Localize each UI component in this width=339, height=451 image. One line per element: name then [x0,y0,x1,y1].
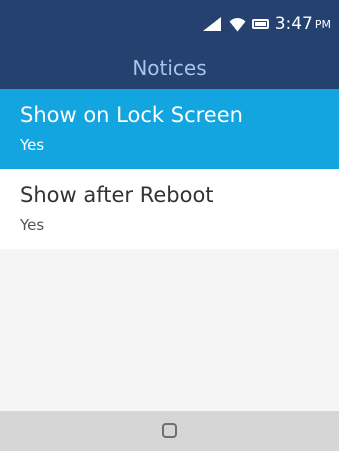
screen: 3:47 PM Notices Show on Lock Screen Yes … [0,0,339,451]
status-bar: 3:47 PM [0,0,339,44]
navigation-bar [0,411,339,451]
wifi-icon [229,17,246,32]
home-circle-icon[interactable] [162,423,177,438]
title-bar: Notices [0,44,339,89]
setting-label: Show after Reboot [20,183,214,207]
setting-show-on-lock-screen[interactable]: Show on Lock Screen Yes [0,89,339,169]
setting-label: Show on Lock Screen [20,103,243,127]
signal-icon [202,17,221,31]
status-icons: 3:47 PM [202,14,331,34]
battery-icon [251,19,269,29]
status-time: 3:47 [274,14,313,34]
settings-list: Show on Lock Screen Yes Show after Reboo… [0,89,339,249]
status-ampm: PM [314,17,331,31]
setting-show-after-reboot[interactable]: Show after Reboot Yes [0,169,339,249]
setting-value: Yes [20,216,45,234]
setting-value: Yes [20,136,45,154]
page-title: Notices [132,56,207,80]
